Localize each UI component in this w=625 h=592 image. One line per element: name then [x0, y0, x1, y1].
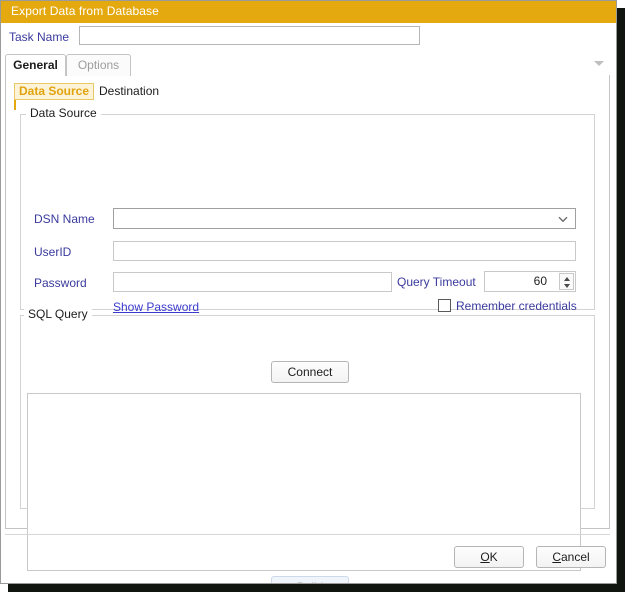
cancel-button[interactable]: Cancel	[536, 546, 606, 568]
sql-query-textarea[interactable]	[27, 393, 581, 571]
chevron-down-icon	[558, 216, 568, 223]
tab-options[interactable]: Options	[66, 54, 131, 76]
build-button[interactable]: Build	[271, 576, 349, 583]
query-timeout-stepper[interactable]	[559, 273, 574, 290]
general-tab-page: Data Source Destination Data Source DSN …	[5, 75, 610, 583]
title-bar[interactable]: Export Data from Database	[1, 1, 616, 23]
dsn-name-label: DSN Name	[34, 212, 95, 226]
password-label: Password	[34, 276, 87, 290]
remember-credentials-label: Remember credentials	[456, 299, 577, 313]
ok-rest: K	[489, 550, 498, 564]
cancel-rest: ancel	[560, 550, 590, 564]
query-timeout-spinner[interactable]: 60	[484, 271, 576, 292]
cancel-mnemonic: C	[552, 550, 561, 564]
checkbox-box-icon[interactable]	[438, 299, 451, 312]
query-timeout-label: Query Timeout	[397, 275, 476, 289]
export-data-dialog: Export Data from Database Task Name Gene…	[0, 0, 617, 584]
subtab-destination[interactable]: Destination	[99, 83, 159, 100]
main-tab-strip: General Options	[5, 54, 614, 76]
footer-separator	[5, 534, 610, 535]
chevron-down-icon[interactable]	[594, 61, 604, 66]
dsn-name-combobox[interactable]	[113, 208, 576, 229]
data-source-groupbox-title: Data Source	[26, 106, 101, 120]
userid-label: UserID	[34, 245, 72, 259]
query-timeout-value: 60	[533, 274, 547, 288]
task-name-row: Task Name	[1, 23, 616, 51]
ok-button[interactable]: OK	[454, 546, 524, 568]
show-password-link[interactable]: Show Password	[113, 300, 199, 314]
subtab-active-indicator	[14, 100, 16, 110]
password-input[interactable]	[113, 272, 392, 292]
arrow-up-icon[interactable]	[564, 277, 570, 281]
task-name-label: Task Name	[9, 30, 70, 44]
window-title: Export Data from Database	[11, 4, 159, 18]
subtab-data-source[interactable]: Data Source	[14, 83, 95, 100]
task-name-input[interactable]	[79, 26, 420, 45]
arrow-down-icon[interactable]	[564, 284, 570, 288]
ok-mnemonic: O	[480, 550, 490, 564]
userid-input[interactable]	[113, 241, 576, 261]
tab-general[interactable]: General	[5, 54, 66, 76]
sql-query-groupbox-title: SQL Query	[24, 307, 92, 321]
